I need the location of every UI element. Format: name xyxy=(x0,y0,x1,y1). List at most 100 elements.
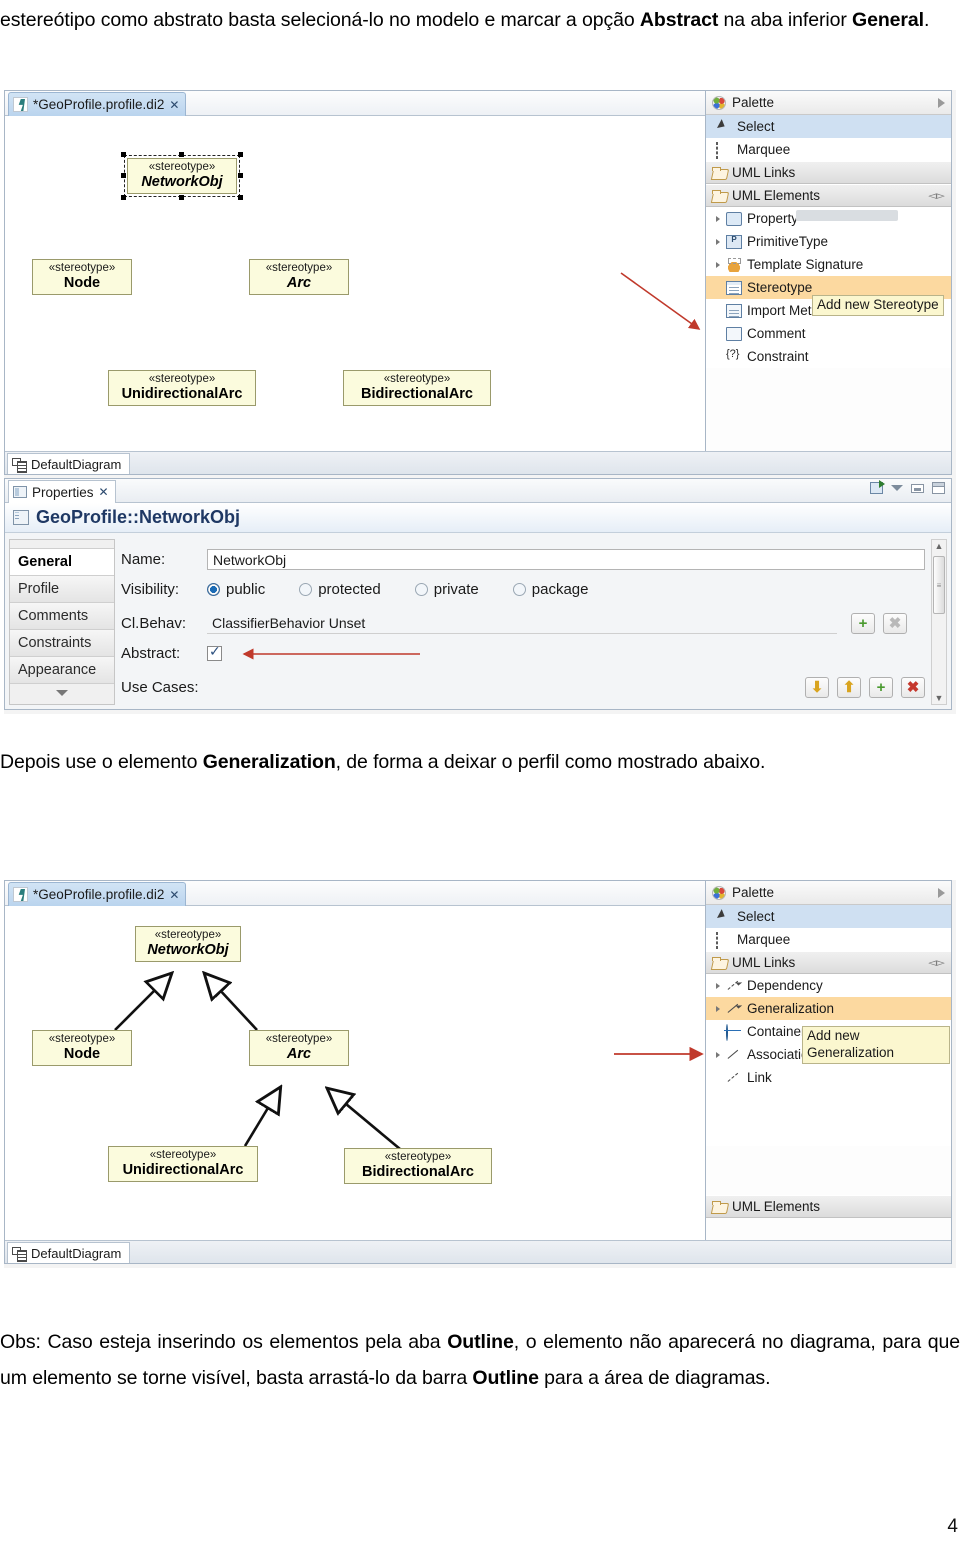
radio-label: protected xyxy=(318,581,381,598)
expander-icon[interactable] xyxy=(716,215,720,222)
palette-item-generalization[interactable]: Generalization xyxy=(706,997,951,1020)
side-tab-label: Profile xyxy=(18,581,60,597)
uml-element-arc[interactable]: «stereotype» Arc xyxy=(249,1030,349,1067)
restore-view-icon[interactable] xyxy=(870,480,885,494)
chevron-right-icon[interactable] xyxy=(938,887,945,898)
palette-item-label: Template Signature xyxy=(747,257,864,272)
side-tab-comments[interactable]: Comments xyxy=(10,603,114,630)
palette-item-label: Constraint xyxy=(747,349,809,364)
close-icon[interactable]: ✕ xyxy=(169,99,179,111)
obs-text-after: para a área de diagramas. xyxy=(538,1367,771,1389)
side-tab-general[interactable]: General xyxy=(10,549,114,576)
uml-element-unidirectionalarc[interactable]: «stereotype» UnidirectionalArc xyxy=(108,1146,258,1183)
side-tab-label: Comments xyxy=(18,608,89,624)
radio-private[interactable]: private xyxy=(414,581,479,598)
maximize-icon[interactable] xyxy=(932,482,945,494)
palette-tool-select[interactable]: Select xyxy=(706,115,951,138)
diagram-tab-defaultdiagram[interactable]: DefaultDiagram xyxy=(7,1242,131,1263)
chevron-right-icon[interactable] xyxy=(938,97,945,108)
collapse-icon[interactable]: ◅▻ xyxy=(928,189,945,202)
palette-tool-marquee[interactable]: Marquee xyxy=(706,138,951,161)
clbehav-remove-button[interactable]: ✖ xyxy=(883,613,907,634)
abstract-checkbox[interactable] xyxy=(207,644,222,661)
palette-header-one[interactable]: Palette xyxy=(706,91,951,115)
cursor-icon xyxy=(716,910,732,924)
visibility-radio-group: public protected private package xyxy=(207,581,589,598)
scroll-up-icon[interactable]: ▲ xyxy=(935,540,944,552)
usecases-move-up-button[interactable]: ⬆ xyxy=(837,677,861,698)
usecases-move-down-button[interactable]: ⬇ xyxy=(805,677,829,698)
side-tab-profile[interactable]: Profile xyxy=(10,576,114,603)
expander-icon[interactable] xyxy=(716,1051,720,1058)
comment-icon xyxy=(726,326,742,341)
palette-item-primitivetype[interactable]: PrimitiveType xyxy=(706,230,951,253)
diagram-icon xyxy=(12,1246,27,1262)
page-number: 4 xyxy=(947,1516,958,1537)
close-icon[interactable]: ✕ xyxy=(169,889,179,901)
usecases-add-button[interactable]: + xyxy=(869,677,893,698)
radio-public[interactable]: public xyxy=(207,581,265,598)
link-icon xyxy=(726,1071,742,1085)
expander-icon[interactable] xyxy=(716,982,720,989)
uml-element-networkobj[interactable]: «stereotype» NetworkObj xyxy=(135,926,241,963)
uml-element-bidirectionalarc[interactable]: «stereotype» BidirectionalArc xyxy=(344,1148,492,1185)
tab-properties[interactable]: Properties ✕ xyxy=(8,480,116,503)
intro-text-before: estereótipo como abstrato basta selecion… xyxy=(0,9,640,31)
minimize-icon[interactable] xyxy=(911,483,924,493)
usecases-delete-button[interactable]: ✖ xyxy=(901,677,925,698)
diagram-tab-label: DefaultDiagram xyxy=(31,1245,122,1261)
diagram-canvas-one[interactable]: «stereotype» NetworkObj «stereotype» Nod… xyxy=(5,116,705,451)
palette-group-uml-links[interactable]: UML Links xyxy=(706,161,951,184)
scroll-thumb[interactable]: ≡ xyxy=(933,556,945,614)
palette-group-uml-elements[interactable]: UML Elements xyxy=(706,1195,951,1218)
uml-element-node[interactable]: «stereotype» Node xyxy=(32,1030,132,1067)
view-menu-icon[interactable] xyxy=(891,485,903,491)
radio-package[interactable]: package xyxy=(512,581,589,598)
side-tab-appearance[interactable]: Appearance xyxy=(10,657,114,684)
clbehav-input[interactable]: ClassifierBehavior Unset xyxy=(207,613,837,634)
palette-tool-select[interactable]: Select xyxy=(706,905,951,928)
diagram-tab-defaultdiagram[interactable]: DefaultDiagram xyxy=(7,453,131,474)
screenshot-two: *GeoProfile.profile.di2 ✕ «stereotype» N… xyxy=(4,880,956,1268)
radio-label: package xyxy=(531,581,589,598)
palette-item-template-signature[interactable]: Template Signature xyxy=(706,253,951,276)
palette-group-label: UML Links xyxy=(732,955,796,970)
palette-item-label: Link xyxy=(747,1070,772,1085)
palette-item-link[interactable]: Link xyxy=(706,1066,951,1089)
folder-icon xyxy=(712,189,727,202)
close-icon[interactable]: ✕ xyxy=(99,486,109,498)
palette-icon xyxy=(712,95,726,110)
palette-tool-marquee[interactable]: Marquee xyxy=(706,928,951,951)
palette-item-dependency[interactable]: Dependency xyxy=(706,974,951,997)
expander-icon[interactable] xyxy=(716,238,720,245)
element-name: UnidirectionalArc xyxy=(122,1161,244,1178)
properties-tab-label: Properties xyxy=(32,484,94,500)
palette-header-two[interactable]: Palette xyxy=(706,881,951,905)
side-tab-constraints[interactable]: Constraints xyxy=(10,630,114,657)
clbehav-add-button[interactable]: + xyxy=(851,613,875,634)
expander-icon xyxy=(716,354,720,360)
radio-protected[interactable]: protected xyxy=(299,581,381,598)
screenshot-one: *GeoProfile.profile.di2 ✕ «stereotype» N… xyxy=(4,90,956,714)
palette-group-uml-elements[interactable]: UML Elements ◅▻ xyxy=(706,184,951,207)
scroll-down-icon[interactable]: ▼ xyxy=(935,692,944,704)
properties-icon xyxy=(13,486,27,498)
expander-icon[interactable] xyxy=(716,261,720,268)
palette-scroll-hint[interactable] xyxy=(796,210,898,221)
editor-tab-geoprofile-one[interactable]: *GeoProfile.profile.di2 ✕ xyxy=(8,92,187,116)
name-input[interactable]: NetworkObj xyxy=(207,549,925,570)
palette-item-constraint[interactable]: Constraint xyxy=(706,345,951,368)
editor-tab-geoprofile-two[interactable]: *GeoProfile.profile.di2 ✕ xyxy=(8,882,187,906)
properties-vertical-scrollbar[interactable]: ▲ ≡ ▼ xyxy=(931,539,947,705)
side-tabs-more-icon[interactable] xyxy=(10,684,114,702)
papyrus-editor-one: *GeoProfile.profile.di2 ✕ «stereotype» N… xyxy=(4,90,952,475)
expander-icon xyxy=(716,331,720,337)
radio-label: private xyxy=(433,581,479,598)
papyrus-file-icon xyxy=(13,887,28,902)
stereotype-keyword: «stereotype» xyxy=(265,1033,333,1045)
palette-group-uml-links[interactable]: UML Links ◅▻ xyxy=(706,951,951,974)
expander-icon[interactable] xyxy=(716,1005,720,1012)
collapse-icon[interactable]: ◅▻ xyxy=(928,956,945,969)
diagram-canvas-two[interactable]: «stereotype» NetworkObj «stereotype» Nod… xyxy=(5,906,705,1240)
palette-item-comment[interactable]: Comment xyxy=(706,322,951,345)
